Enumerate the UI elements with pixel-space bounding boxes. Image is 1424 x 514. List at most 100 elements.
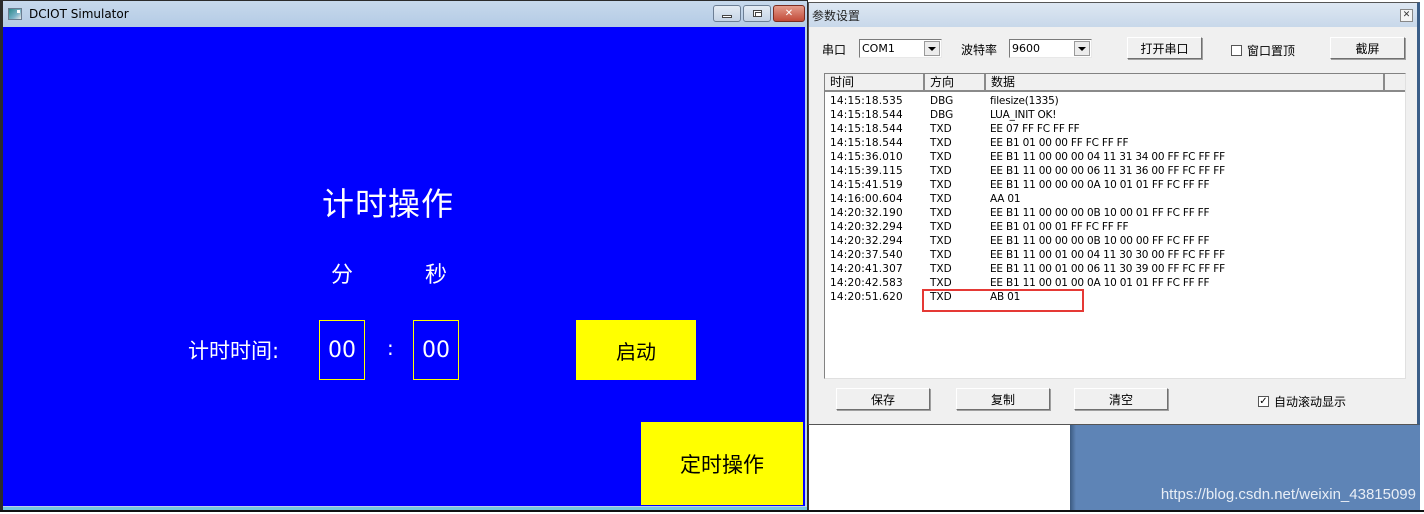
chevron-down-icon[interactable] <box>1074 41 1090 56</box>
log-row[interactable]: 14:15:36.010 TXD EE B1 11 00 00 00 04 11 3… <box>825 150 1405 164</box>
log-list[interactable]: 时间 方向 数据 14:15:18.535 DBG filesize(1335) 14… <box>824 73 1406 379</box>
log-row[interactable]: 14:20:51.620 TXD AB 01 <box>825 290 1405 304</box>
minimize-button[interactable] <box>713 5 741 22</box>
log-time: 14:20:51.620 <box>830 291 903 303</box>
bottom-border <box>0 510 1424 512</box>
clear-button[interactable]: 清空 <box>1074 388 1168 410</box>
timer-operation-button[interactable]: 定时操作 <box>641 422 803 505</box>
log-time: 14:15:18.535 <box>830 95 903 107</box>
log-data: EE B1 01 00 01 FF FC FF FF <box>990 221 1129 233</box>
log-data: EE B1 11 00 01 00 0A 10 01 01 FF FC FF F… <box>990 277 1210 289</box>
log-direction: TXD <box>930 235 952 247</box>
baud-select[interactable]: 9600 <box>1009 39 1092 58</box>
log-row[interactable]: 14:20:37.540 TXD EE B1 11 00 01 00 04 11 3… <box>825 248 1405 262</box>
log-data: AA 01 <box>990 193 1021 205</box>
log-row[interactable]: 14:15:39.115 TXD EE B1 11 00 00 00 06 11 3… <box>825 164 1405 178</box>
log-time: 14:20:37.540 <box>830 249 903 261</box>
log-direction: TXD <box>930 123 952 135</box>
autoscroll-checkbox[interactable]: ✓ 自动滚动显示 <box>1258 393 1346 410</box>
save-button[interactable]: 保存 <box>836 388 930 410</box>
param-close-button[interactable]: ✕ <box>1400 9 1413 22</box>
maximize-button[interactable] <box>743 5 771 22</box>
log-data: EE B1 11 00 00 00 0B 10 00 00 FF FC FF F… <box>990 235 1210 247</box>
log-direction: TXD <box>930 263 952 275</box>
log-time: 14:20:32.294 <box>830 221 903 233</box>
screenshot-button[interactable]: 截屏 <box>1330 37 1405 59</box>
log-time: 14:20:42.583 <box>830 277 903 289</box>
log-row[interactable]: 14:20:32.190 TXD EE B1 11 00 00 00 0B 10 0… <box>825 206 1405 220</box>
port-label: 串口 <box>822 43 847 57</box>
minutes-input[interactable]: 00 <box>319 320 365 380</box>
log-data: EE B1 11 00 00 00 06 11 31 36 00 FF FC F… <box>990 165 1225 177</box>
log-row[interactable]: 14:20:32.294 TXD EE B1 01 00 01 FF FC FF F… <box>825 220 1405 234</box>
log-direction: TXD <box>930 151 952 163</box>
topmost-checkbox[interactable]: 窗口置顶 <box>1231 42 1295 59</box>
log-row[interactable]: 14:15:18.544 DBG LUA_INIT OK! <box>825 108 1405 122</box>
open-port-button[interactable]: 打开串口 <box>1127 37 1202 59</box>
time-separator: : <box>387 336 394 360</box>
log-direction: TXD <box>930 165 952 177</box>
log-direction: DBG <box>930 109 954 121</box>
app-icon <box>8 8 22 20</box>
column-header-direction[interactable]: 方向 <box>925 74 986 90</box>
log-direction: TXD <box>930 193 952 205</box>
right-edge <box>1420 0 1424 514</box>
checkbox-icon[interactable]: ✓ <box>1258 396 1269 407</box>
close-icon: ✕ <box>1402 10 1411 20</box>
log-row[interactable]: 14:16:00.604 TXD AA 01 <box>825 192 1405 206</box>
log-row[interactable]: 14:20:32.294 TXD EE B1 11 00 00 00 0B 10 0… <box>825 234 1405 248</box>
log-time: 14:15:18.544 <box>830 109 903 121</box>
param-title: 参数设置 <box>812 8 861 23</box>
close-icon: ✕ <box>784 8 794 19</box>
log-data: EE 07 FF FC FF FF <box>990 123 1080 135</box>
log-data: filesize(1335) <box>990 95 1059 107</box>
log-data: AB 01 <box>990 291 1021 303</box>
column-header-time[interactable]: 时间 <box>825 74 925 90</box>
param-titlebar[interactable]: 参数设置 <box>809 3 1417 27</box>
log-header: 时间 方向 数据 <box>825 74 1405 92</box>
column-header-filler <box>1385 74 1405 90</box>
start-button[interactable]: 启动 <box>576 320 696 380</box>
column-header-data[interactable]: 数据 <box>986 74 1385 90</box>
log-row[interactable]: 14:15:41.519 TXD EE B1 11 00 00 00 0A 10 0… <box>825 178 1405 192</box>
log-time: 14:20:32.190 <box>830 207 903 219</box>
log-direction: TXD <box>930 221 952 233</box>
log-row[interactable]: 14:15:18.544 TXD EE B1 01 00 00 FF FC FF F… <box>825 136 1405 150</box>
chevron-down-icon[interactable] <box>924 41 940 56</box>
log-row[interactable]: 14:15:18.535 DBG filesize(1335) <box>825 94 1405 108</box>
simulator-window: DCIOT Simulator ✕ 计时操作 分 秒 计时时间: 00 : 00… <box>0 0 808 511</box>
log-data: EE B1 11 00 01 00 06 11 30 39 00 FF FC F… <box>990 263 1225 275</box>
seconds-label: 秒 <box>425 263 448 288</box>
log-row[interactable]: 14:20:42.583 TXD EE B1 11 00 01 00 0A 10 0… <box>825 276 1405 290</box>
timer-time-label: 计时时间: <box>188 339 280 363</box>
log-time: 14:16:00.604 <box>830 193 903 205</box>
port-value: COM1 <box>862 42 895 55</box>
log-rows: 14:15:18.535 DBG filesize(1335) 14:15:18.54… <box>825 92 1405 304</box>
log-time: 14:20:41.307 <box>830 263 903 275</box>
port-select[interactable]: COM1 <box>859 39 942 58</box>
log-time: 14:15:41.519 <box>830 179 903 191</box>
log-data: EE B1 11 00 00 00 0A 10 01 01 FF FC FF F… <box>990 179 1210 191</box>
log-time: 14:15:36.010 <box>830 151 903 163</box>
log-direction: TXD <box>930 291 952 303</box>
log-direction: TXD <box>930 277 952 289</box>
log-direction: TXD <box>930 207 952 219</box>
simulator-titlebar[interactable]: DCIOT Simulator ✕ <box>3 1 807 27</box>
log-row[interactable]: 14:20:41.307 TXD EE B1 11 00 01 00 06 11 3… <box>825 262 1405 276</box>
seconds-input[interactable]: 00 <box>413 320 459 380</box>
simulator-title: DCIOT Simulator <box>29 7 129 21</box>
screen-title: 计时操作 <box>321 185 454 223</box>
blank-area <box>808 425 1070 511</box>
maximize-icon <box>752 10 762 17</box>
watermark: https://blog.csdn.net/weixin_43815099 <box>1160 486 1416 503</box>
log-row[interactable]: 14:15:18.544 TXD EE 07 FF FC FF FF <box>825 122 1405 136</box>
log-data: EE B1 01 00 00 FF FC FF FF <box>990 137 1129 149</box>
topmost-label: 窗口置顶 <box>1247 44 1296 58</box>
log-time: 14:15:18.544 <box>830 137 903 149</box>
log-data: EE B1 11 00 01 00 04 11 30 30 00 FF FC F… <box>990 249 1225 261</box>
copy-button[interactable]: 复制 <box>956 388 1050 410</box>
log-direction: TXD <box>930 249 952 261</box>
checkbox-icon[interactable] <box>1231 45 1242 56</box>
close-button[interactable]: ✕ <box>773 5 805 22</box>
log-data: EE B1 11 00 00 00 0B 10 00 01 FF FC FF F… <box>990 207 1210 219</box>
